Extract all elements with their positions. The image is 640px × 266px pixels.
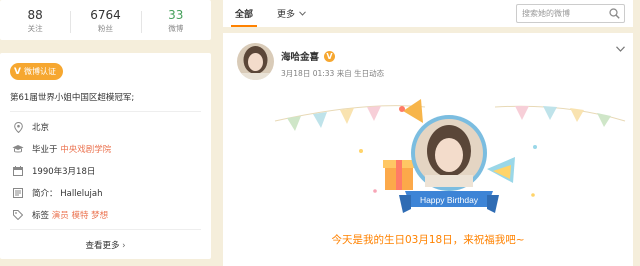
chevron-right-icon: › [122, 241, 126, 251]
verified-badge[interactable]: V 微博认证 [10, 63, 63, 80]
verification-text: 第61届世界小姐中国区超模冠军; [10, 93, 135, 103]
graduation-cap-icon [12, 143, 24, 155]
stat-followers-label: 粉丝 [97, 23, 113, 33]
post-author[interactable]: 海哈金喜 V [281, 49, 336, 63]
stat-following-count: 88 [27, 7, 43, 22]
info-tags: 标签 演员 模特 梦想 [12, 208, 108, 222]
view-more-link[interactable]: 查看更多 › [0, 239, 211, 251]
stats-card: 88 关注 6764 粉丝 33 微博 [0, 0, 211, 40]
stat-followers[interactable]: 6764 粉丝 [70, 7, 140, 34]
profile-card: V 微博认证 第61届世界小姐中国区超模冠军; 北京 毕业于 中央戏剧学院 19… [0, 53, 211, 259]
tag-link[interactable]: 演员 [52, 211, 69, 221]
info-location: 北京 [12, 120, 49, 134]
author-name: 海哈金喜 [281, 52, 320, 63]
stat-posts-label: 微博 [168, 23, 184, 33]
calendar-icon [12, 165, 24, 177]
stat-posts-count: 33 [168, 7, 184, 22]
tag-link[interactable]: 梦想 [91, 211, 108, 221]
post-time[interactable]: 3月18日 01:33 [281, 69, 334, 78]
search-icon[interactable] [609, 8, 620, 21]
left-column: 88 关注 6764 粉丝 33 微博 [0, 0, 211, 40]
tab-all[interactable]: 全部 [223, 0, 265, 27]
tab-more-label: 更多 [277, 10, 296, 20]
search-input[interactable]: 搜索她的微博 [516, 4, 625, 23]
tag-link[interactable]: 模特 [71, 211, 88, 221]
tab-more[interactable]: 更多 [265, 0, 318, 27]
stat-followers-count: 6764 [90, 7, 121, 22]
stat-following-label: 关注 [27, 23, 43, 33]
school-link[interactable]: 中央戏剧学院 [60, 145, 111, 155]
info-birthday: 1990年3月18日 [12, 164, 95, 178]
school-prefix: 毕业于 [32, 145, 58, 155]
post-source: 来自 生日动态 [336, 69, 385, 78]
avatar[interactable] [237, 43, 274, 80]
location-pin-icon [12, 121, 24, 133]
location-text: 北京 [32, 123, 50, 133]
view-more-label: 查看更多 [85, 241, 120, 251]
verified-v-icon: V [14, 66, 21, 77]
verified-v-icon: V [324, 50, 336, 62]
tag-icon [12, 209, 24, 221]
divider [10, 229, 201, 230]
birthday-card-illustration[interactable]: Happy Birthday [265, 91, 633, 221]
info-intro: 简介： Hallelujah [12, 186, 102, 200]
birthday-text: 1990年3月18日 [32, 167, 96, 177]
post-body-text: 今天是我的生日03月18日，来祝福我吧~ [331, 234, 525, 246]
chevron-down-icon [299, 9, 306, 19]
intro-text: Hallelujah [60, 189, 103, 199]
post-meta: 3月18日 01:33 来自 生日动态 [281, 68, 384, 79]
banner-text: Happy Birthday [420, 195, 479, 205]
tags-prefix: 标签 [32, 211, 50, 221]
stat-following[interactable]: 88 关注 [0, 7, 70, 34]
feed-tabs-bar: 全部 更多 搜索她的微博 [223, 0, 633, 27]
post-menu-chevron-icon[interactable] [616, 45, 625, 55]
intro-prefix: 简介： [32, 189, 58, 199]
verified-badge-label: 微博认证 [23, 67, 56, 76]
info-school: 毕业于 中央戏剧学院 [12, 142, 111, 156]
search-placeholder: 搜索她的微博 [522, 9, 570, 18]
divider [10, 111, 201, 112]
profile-card-icon [12, 187, 24, 199]
weibo-post-card: 海哈金喜 V 3月18日 01:33 来自 生日动态 Happy Birthda… [223, 33, 633, 266]
stat-posts[interactable]: 33 微博 [140, 7, 211, 34]
